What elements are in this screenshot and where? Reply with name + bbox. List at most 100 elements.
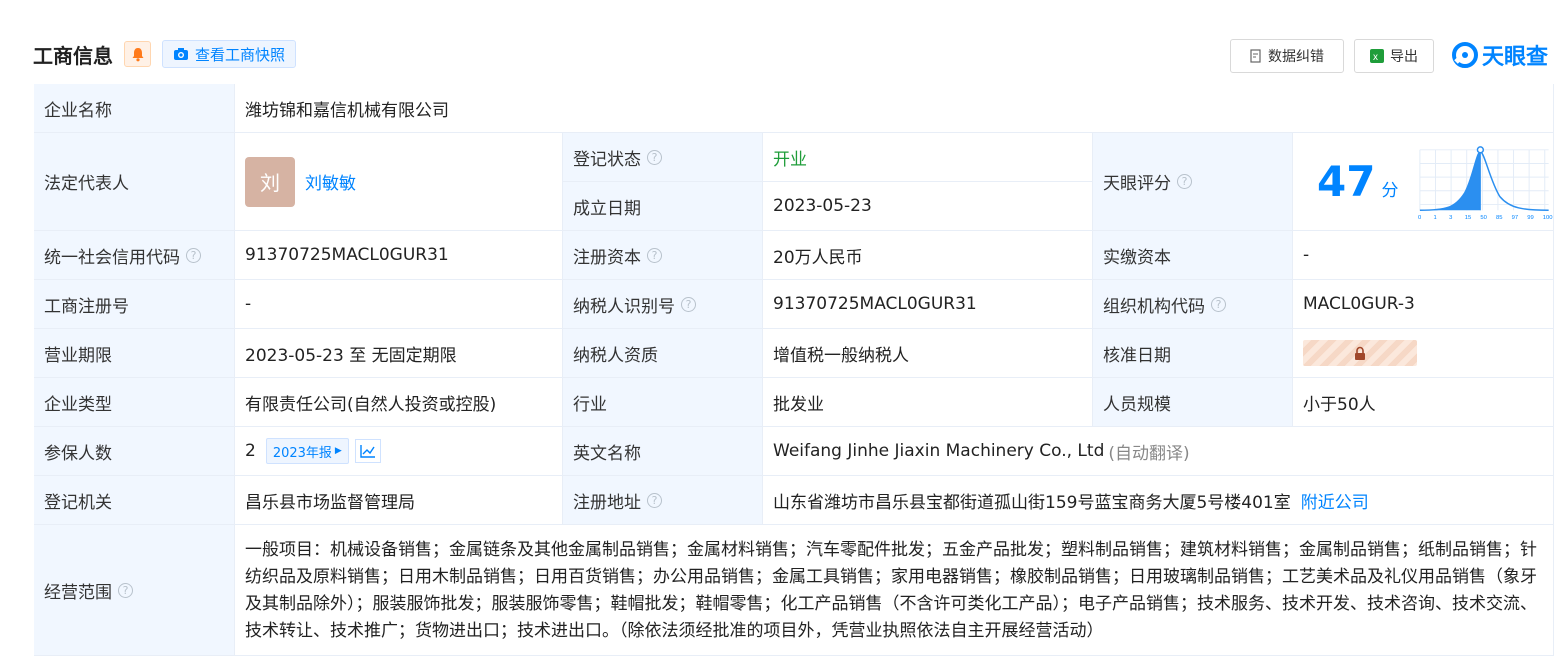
company-name-value: 潍坊锦和嘉信机械有限公司	[235, 84, 1554, 133]
reg-authority-value: 昌乐县市场监督管理局	[235, 476, 563, 525]
reg-authority-label: 登记机关	[34, 476, 235, 525]
label-text: 工商注册号	[44, 296, 129, 317]
help-icon[interactable]: ?	[118, 582, 133, 598]
legal-rep-link[interactable]: 刘敏敏	[305, 169, 356, 194]
insured-value: 2 2023年报 ▶	[235, 427, 563, 476]
label-text: 参保人数	[44, 443, 112, 464]
credit-code-value: 91370725MACL0GUR31	[235, 231, 563, 280]
reg-capital-value: 20万人民币	[763, 231, 1093, 280]
score-tick-label: 15	[1465, 215, 1472, 221]
status-badge: 开业	[773, 149, 807, 170]
score-tick-label: 0	[1418, 215, 1422, 221]
label-text: 企业类型	[44, 394, 112, 415]
taxpayer-qual-label: 纳税人资质	[563, 329, 763, 378]
avatar[interactable]: 刘	[245, 156, 295, 207]
label-text: 营业期限	[44, 345, 112, 366]
taxpayer-qual-text: 增值税一般纳税人	[773, 345, 909, 366]
export-button[interactable]: x 导出	[1354, 39, 1434, 73]
paid-capital-value: -	[1293, 231, 1554, 280]
industry-label: 行业	[563, 378, 763, 427]
english-name-value: Weifang Jinhe Jiaxin Machinery Co., Ltd …	[763, 427, 1554, 476]
label-text: 组织机构代码	[1103, 296, 1205, 317]
biz-term-text: 2023-05-23 至 无固定期限	[245, 345, 457, 366]
label-text: 人员规模	[1103, 394, 1171, 415]
line-chart-icon	[360, 445, 375, 458]
found-date-value: 2023-05-23	[763, 182, 1093, 231]
staff-size-label: 人员规模	[1093, 378, 1293, 427]
insured-label: 参保人数	[34, 427, 235, 476]
bell-icon[interactable]	[124, 41, 151, 67]
lock-icon	[1355, 346, 1365, 360]
logo-text: 天眼查	[1482, 45, 1549, 70]
label-text: 注册地址	[573, 492, 641, 513]
found-date-text: 2023-05-23	[773, 196, 872, 216]
auto-translate-note: (自动翻译)	[1108, 443, 1190, 464]
paid-capital-label: 实缴资本	[1093, 231, 1293, 280]
data-correct-button[interactable]: 数据纠错	[1230, 39, 1344, 73]
staff-size-value: 小于50人	[1293, 378, 1554, 427]
help-icon[interactable]: ?	[186, 247, 201, 263]
legal-rep-label: 法定代表人	[34, 133, 235, 231]
insured-count: 2	[245, 441, 256, 461]
score-tick-label: 85	[1496, 215, 1503, 221]
reg-address-text: 山东省潍坊市昌乐县宝都街道孤山街159号蓝宝商务大厦5号楼401室	[773, 492, 1291, 513]
industry-value: 批发业	[763, 378, 1093, 427]
help-icon[interactable]: ?	[647, 149, 662, 165]
company-name-label: 企业名称	[34, 84, 235, 133]
company-type-text: 有限责任公司(自然人投资或控股)	[245, 394, 497, 415]
annual-report-label: 2023年报	[272, 445, 332, 461]
help-icon[interactable]: ?	[647, 247, 662, 263]
credit-code-label: 统一社会信用代码?	[34, 231, 235, 280]
excel-icon: x	[1370, 49, 1384, 63]
tianyan-score-value[interactable]: 47 分 0 1 3 15 50 85 97 99 100	[1293, 133, 1554, 231]
reg-capital-text: 20万人民币	[773, 247, 863, 268]
label-text: 英文名称	[573, 443, 641, 464]
locked-value-bar[interactable]	[1303, 340, 1417, 366]
label-text: 纳税人资质	[573, 345, 658, 366]
data-correct-label: 数据纠错	[1268, 49, 1324, 65]
logo-icon	[1452, 42, 1478, 68]
label-text: 经营范围	[44, 582, 112, 603]
taxpayer-id-text: 91370725MACL0GUR31	[773, 294, 977, 314]
annual-report-button[interactable]: 2023年报 ▶	[265, 438, 349, 464]
help-icon[interactable]: ?	[647, 492, 662, 508]
score-unit: 分	[1381, 181, 1399, 201]
score-tick-label: 99	[1528, 215, 1535, 221]
help-icon[interactable]: ?	[681, 296, 696, 312]
view-snapshot-button[interactable]: 查看工商快照	[162, 40, 296, 68]
tianyancha-logo: 天眼查	[1452, 40, 1548, 70]
english-name-label: 英文名称	[563, 427, 763, 476]
help-icon[interactable]: ?	[1177, 174, 1192, 189]
label-text: 登记机关	[44, 492, 112, 513]
score-tick-label: 100	[1543, 215, 1553, 221]
reg-status-value: 开业	[763, 133, 1093, 182]
approve-date-value	[1293, 329, 1554, 378]
help-icon[interactable]: ?	[1211, 296, 1226, 312]
org-code-value: MACL0GUR-3	[1293, 280, 1554, 329]
reg-address-label: 注册地址?	[563, 476, 763, 525]
label-text: 注册资本	[573, 247, 641, 268]
company-name-text: 潍坊锦和嘉信机械有限公司	[245, 100, 449, 121]
section-title: 工商信息	[33, 44, 113, 68]
score-tick-label: 50	[1481, 215, 1488, 221]
trend-chart-button[interactable]	[354, 439, 381, 463]
english-name-text: Weifang Jinhe Jiaxin Machinery Co., Ltd	[773, 441, 1105, 461]
label-text: 企业名称	[44, 100, 112, 121]
industry-text: 批发业	[773, 394, 824, 415]
svg-text:x: x	[1373, 52, 1378, 63]
scope-value: 一般项目：机械设备销售；金属链条及其他金属制品销售；金属材料销售；汽车零配件批发…	[235, 525, 1554, 656]
export-label: 导出	[1390, 49, 1418, 65]
view-snapshot-label: 查看工商快照	[195, 45, 286, 64]
nearby-companies-link[interactable]: 附近公司	[1301, 488, 1369, 513]
score-distribution-chart: 0 1 3 15 50 85 97 99 100	[1418, 145, 1553, 221]
tianyan-score-label: 天眼评分?	[1093, 133, 1293, 231]
document-edit-icon	[1250, 49, 1261, 63]
taxpayer-qual-value: 增值税一般纳税人	[763, 329, 1093, 378]
label-text: 行业	[573, 394, 607, 415]
label-text: 实缴资本	[1103, 247, 1171, 268]
reg-status-label: 登记状态?	[563, 133, 763, 182]
approve-date-label: 核准日期	[1093, 329, 1293, 378]
paid-capital-text: -	[1303, 245, 1310, 265]
label-text: 成立日期	[573, 198, 641, 219]
label-text: 天眼评分	[1103, 174, 1171, 194]
